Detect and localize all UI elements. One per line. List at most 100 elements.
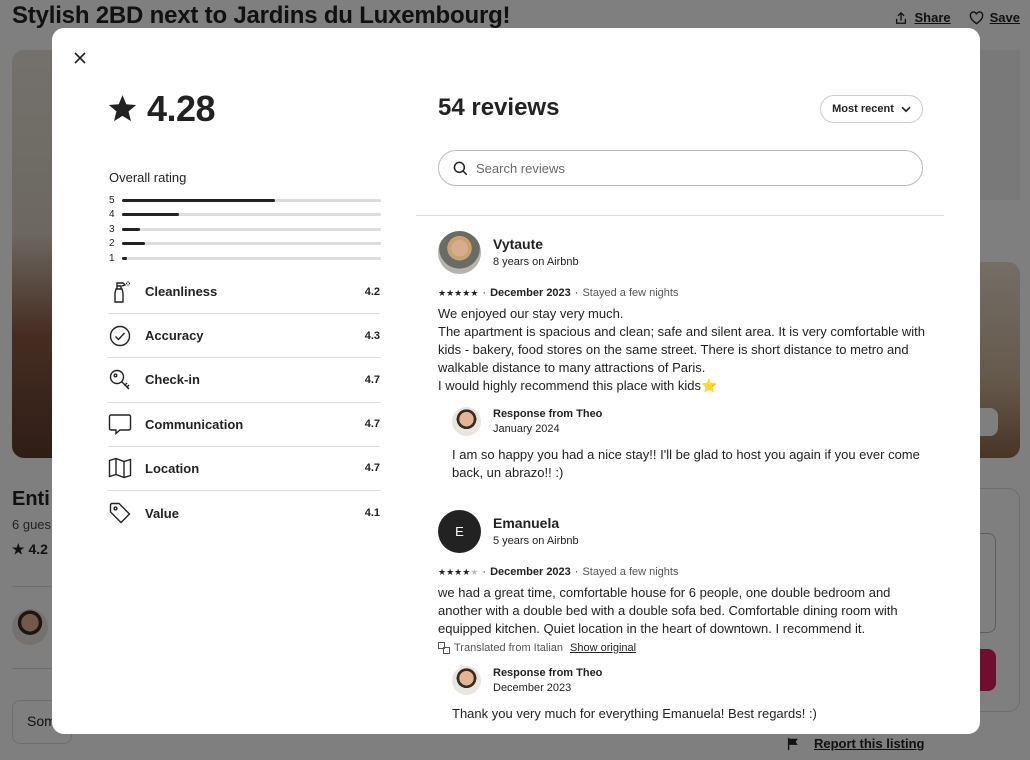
reviewer-name: Vytaute	[493, 236, 544, 252]
host-response-from: Response from Theo	[493, 408, 603, 420]
host-response-text: I am so happy you had a nice stay!! I'll…	[452, 447, 920, 480]
category-location: Location 4.7	[108, 447, 380, 491]
rating-bar-track	[122, 256, 381, 260]
meta-separator: ·	[574, 566, 579, 578]
rating-bar-track	[122, 213, 381, 217]
category-value: 4.1	[364, 507, 380, 520]
host-response-text: Thank you very much for everything Emanu…	[452, 706, 817, 721]
review-item: E Emanuela 5 years on Airbnb ★★★★★ · Dec…	[438, 509, 928, 723]
review-item: Vytaute 8 years on Airbnb ★★★★★ · Decemb…	[438, 230, 928, 482]
category-value: 4.2	[364, 285, 380, 298]
category-value: 4.7	[364, 418, 380, 431]
review-header: Vytaute 8 years on Airbnb	[438, 230, 928, 274]
check-circle-icon	[108, 324, 132, 348]
review-date: December 2023	[490, 566, 571, 578]
star-icon	[108, 95, 137, 122]
rating-bar-track	[122, 198, 381, 202]
host-avatar[interactable]	[452, 407, 481, 436]
rating-bar-row: 5	[109, 193, 381, 208]
overall-rating-label: Overall rating	[109, 170, 187, 185]
review-text: we had a great time, comfortable house f…	[438, 585, 898, 636]
rating-distribution: 5 4 3 2 1	[109, 193, 381, 266]
rating-bar-row: 2	[109, 237, 381, 252]
review-meta: ★★★★★ · December 2023 · Stayed a few nig…	[438, 287, 928, 299]
reviewer-tenure: 8 years on Airbnb	[493, 256, 579, 268]
star-filled-icon: ★	[438, 287, 447, 298]
key-icon	[108, 368, 132, 392]
category-name: Accuracy	[145, 328, 204, 344]
category-communication: Communication 4.7	[108, 403, 380, 447]
category-value: 4.7	[364, 373, 380, 386]
rating-bar-row: 4	[109, 208, 381, 223]
category-name: Communication	[145, 416, 244, 432]
review-stay-length: Stayed a few nights	[582, 287, 679, 299]
review-stay-length: Stayed a few nights	[582, 566, 679, 578]
close-button[interactable]	[70, 48, 90, 68]
category-name: Value	[145, 505, 179, 521]
category-value: 4.3	[364, 329, 380, 342]
translation-note: Translated from Italian Show original	[438, 642, 928, 654]
reviewer-tenure: 5 years on Airbnb	[493, 535, 579, 547]
host-response: Response from Theo January 2024 I am so …	[452, 407, 928, 482]
overall-score: 4.28	[108, 88, 216, 130]
category-value: Value 4.1	[108, 491, 380, 535]
rating-bar-label: 3	[109, 223, 115, 235]
header-divider	[416, 215, 944, 216]
review-date: December 2023	[490, 287, 571, 299]
review-stars: ★★★★★	[438, 567, 478, 578]
rating-bar-fill	[122, 256, 128, 260]
reviewer-avatar[interactable]	[438, 230, 481, 274]
host-response-date: December 2023	[493, 682, 572, 694]
rating-bar-label: 2	[109, 238, 115, 250]
reviewer-avatar[interactable]: E	[438, 509, 481, 553]
star-filled-icon: ★	[446, 566, 455, 577]
meta-separator: ·	[482, 566, 487, 578]
host-response-header: Response from Theo January 2024	[452, 407, 928, 436]
rating-bar-label: 5	[109, 194, 115, 206]
category-name: Check-in	[145, 372, 200, 388]
rating-bar-label: 1	[109, 252, 115, 264]
rating-bar-track	[122, 227, 381, 231]
category-ratings: Cleanliness 4.2 Accuracy 4.3 Check-in 4.…	[108, 270, 380, 535]
category-accuracy: Accuracy 4.3	[108, 314, 380, 359]
category-check-in: Check-in 4.7	[108, 358, 380, 403]
chevron-down-icon	[901, 106, 911, 112]
sort-label: Most recent	[832, 103, 894, 115]
host-response-header: Response from Theo December 2023	[452, 666, 928, 695]
host-response: Response from Theo December 2023 Thank y…	[452, 666, 928, 723]
overall-score-value: 4.28	[147, 88, 216, 129]
translated-label: Translated from Italian	[454, 642, 564, 654]
rating-bar-fill	[122, 198, 275, 202]
reviews-modal: 4.28 Overall rating 5 4 3 2 1 Cleanlines…	[52, 28, 980, 734]
rating-bar-label: 4	[109, 209, 115, 221]
category-value: 4.7	[364, 462, 380, 475]
host-avatar[interactable]	[452, 666, 481, 695]
show-original-link[interactable]: Show original	[570, 642, 636, 654]
search-reviews-field[interactable]	[438, 150, 923, 186]
search-reviews-input[interactable]	[476, 160, 896, 176]
meta-separator: ·	[574, 287, 579, 299]
search-icon	[453, 161, 468, 175]
category-name: Cleanliness	[145, 284, 218, 300]
rating-bar-track	[122, 242, 381, 246]
rating-bar-fill	[122, 227, 141, 231]
map-icon	[108, 456, 132, 480]
category-name: Location	[145, 460, 200, 476]
category-cleanliness: Cleanliness 4.2	[108, 270, 380, 315]
rating-bar-fill	[122, 213, 179, 217]
rating-bar-row: 3	[109, 222, 381, 237]
meta-separator: ·	[482, 287, 487, 299]
review-meta: ★★★★★ · December 2023 · Stayed a few nig…	[438, 566, 928, 578]
spray-bottle-icon	[108, 280, 132, 304]
review-text: We enjoyed our stay very much. The apart…	[438, 306, 926, 393]
review-stars: ★★★★★	[438, 288, 478, 299]
tag-icon	[108, 501, 132, 525]
reviewer-initial: E	[455, 523, 464, 539]
star-filled-icon: ★	[446, 287, 455, 298]
sort-dropdown[interactable]: Most recent	[820, 95, 923, 123]
reviewer-name: Emanuela	[493, 515, 560, 531]
review-header: E Emanuela 5 years on Airbnb	[438, 509, 928, 553]
translate-icon	[438, 642, 450, 654]
star-filled-icon: ★	[470, 287, 479, 298]
rating-bar-row: 1	[109, 251, 381, 266]
